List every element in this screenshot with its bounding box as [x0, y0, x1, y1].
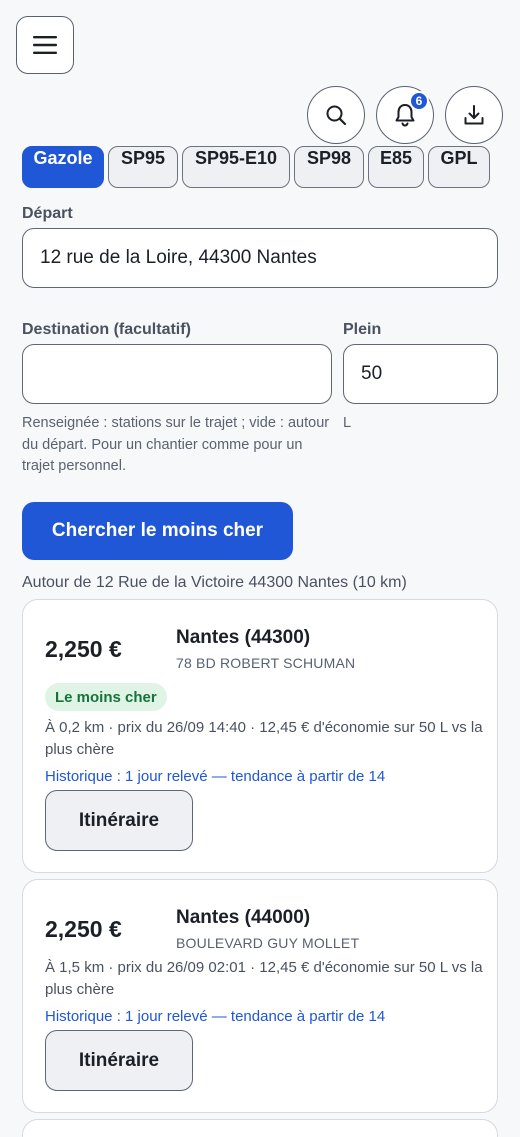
fuel-chip-gazole[interactable]: Gazole: [22, 146, 104, 188]
fuel-chip-e85[interactable]: E85: [368, 146, 424, 188]
route-button[interactable]: Itinéraire: [45, 1030, 193, 1091]
station-price: 2,250 €: [45, 636, 122, 662]
search-icon: [326, 105, 347, 126]
menu-button[interactable]: [16, 16, 74, 74]
cheapest-badge: Le moins cher: [45, 683, 167, 711]
tank-label: Plein: [343, 321, 382, 338]
fuel-chip-sp95-e10[interactable]: SP95-E10: [182, 146, 290, 188]
notification-count-badge: 6: [409, 91, 429, 111]
download-icon: [464, 105, 484, 125]
route-button[interactable]: Itinéraire: [45, 790, 193, 851]
station-history-link[interactable]: Historique : 1 jour relevé — tendance à …: [45, 1008, 385, 1025]
station-card: 2,250 € Nantes (44300) 78 BD ROBERT SCHU…: [22, 599, 498, 873]
tank-input[interactable]: 50: [343, 344, 498, 404]
destination-input[interactable]: [22, 344, 332, 404]
destination-label: Destination (facultatif): [22, 321, 191, 338]
search-button[interactable]: [307, 86, 365, 144]
station-city: Nantes (44000): [176, 907, 311, 928]
destination-help-text: Renseignée : stations sur le trajet ; vi…: [22, 415, 330, 474]
station-price: 2,250 €: [45, 916, 122, 942]
notifications-button[interactable]: 6: [376, 86, 434, 144]
fuel-type-selector: Gazole SP95 SP95-E10 SP98 E85 GPL: [22, 146, 490, 188]
fuel-chip-gpl[interactable]: GPL: [428, 146, 490, 188]
download-button[interactable]: [445, 86, 503, 144]
fuel-chip-sp98[interactable]: SP98: [294, 146, 364, 188]
tank-unit: L: [343, 415, 352, 431]
station-address: BOULEVARD GUY MOLLET: [176, 935, 360, 951]
hamburger-menu-icon: [33, 36, 57, 54]
station-card: 2,250 € Nantes (44000) BOULEVARD GUY MOL…: [22, 879, 498, 1113]
departure-label: Départ: [22, 205, 73, 222]
station-city: Nantes (44300): [176, 627, 311, 648]
station-card: [22, 1119, 498, 1137]
station-history-link[interactable]: Historique : 1 jour relevé — tendance à …: [45, 768, 385, 785]
station-address: 78 BD ROBERT SCHUMAN: [176, 655, 356, 671]
search-area-text: Autour de 12 Rue de la Victoire 44300 Na…: [22, 574, 407, 591]
fuel-chip-sp95[interactable]: SP95: [108, 146, 178, 188]
station-detail: À 0,2 km · prix du 26/09 14:40 · 12,45 €…: [45, 719, 483, 758]
search-cheapest-button[interactable]: Chercher le moins cher: [22, 502, 293, 560]
departure-input[interactable]: 12 rue de la Loire, 44300 Nantes: [22, 228, 498, 288]
station-detail: À 1,5 km · prix du 26/09 02:01 · 12,45 €…: [45, 959, 483, 998]
